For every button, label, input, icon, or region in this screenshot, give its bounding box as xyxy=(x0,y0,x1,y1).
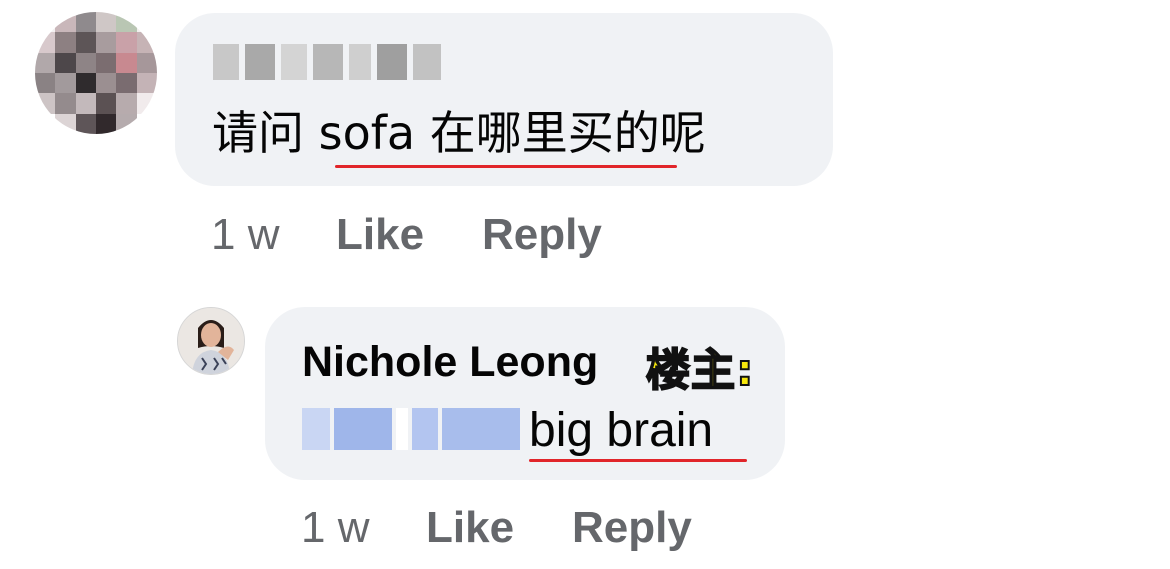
comment-text: 请问 sofa 在哪里买的呢 xyxy=(212,110,706,156)
reply-text: big brain xyxy=(529,404,714,457)
reply-button[interactable]: Reply xyxy=(482,213,602,257)
commenter-name-blurred[interactable] xyxy=(213,44,441,80)
comment-text-start: 请问 xyxy=(212,106,319,160)
red-underline xyxy=(529,459,747,462)
comment-bubble xyxy=(175,13,833,186)
op-tag-label: 楼主: xyxy=(645,344,755,397)
comment-text-end: 的呢 xyxy=(613,106,706,160)
like-button[interactable]: Like xyxy=(426,506,514,550)
comment-thread: 请问 sofa 在哪里买的呢 1 w Like Reply Nichole Le… xyxy=(0,0,1170,569)
reply-author-name[interactable]: Nichole Leong xyxy=(302,338,598,387)
like-button[interactable]: Like xyxy=(336,213,424,257)
comment-timestamp: 1 w xyxy=(211,210,280,259)
comment-text-underlined: sofa 在哪里买 xyxy=(318,106,614,160)
person-photo-icon xyxy=(178,308,244,374)
red-underline xyxy=(335,165,677,168)
reply-timestamp: 1 w xyxy=(301,503,370,552)
reply-button[interactable]: Reply xyxy=(572,506,692,550)
commenter-avatar[interactable] xyxy=(35,12,157,134)
reply-author-avatar[interactable] xyxy=(177,307,245,375)
mention-blurred[interactable] xyxy=(302,408,520,450)
